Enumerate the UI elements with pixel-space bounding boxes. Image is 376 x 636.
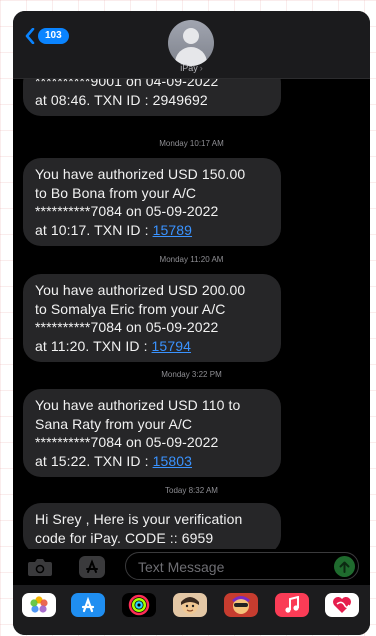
chevron-right-icon: › [199,63,203,73]
message-timestamp: Monday 10:17 AM [159,139,224,148]
message-timestamp: Monday 11:20 AM [159,255,224,264]
txn-id-link[interactable]: 15803 [153,453,192,469]
unread-count-badge: 103 [38,28,69,44]
chevron-left-icon [25,28,35,44]
input-bar: Text Message [13,549,370,583]
message-timestamp: Today 8:32 AM [165,486,218,495]
message-text: You have authorized USD 110 to Sana Raty… [35,397,241,469]
digital-touch-icon[interactable] [325,593,359,617]
message-placeholder: Text Message [138,559,225,575]
message-bubble[interactable]: You have authorized USD 110 to Sana Raty… [23,389,281,477]
contact-name-button[interactable]: iPay › [13,63,370,73]
message-bubble[interactable]: You have authorized USD 150.00 to Bo Bon… [23,158,281,246]
message-text: Hi Srey , Here is your verification code… [35,511,243,546]
back-button[interactable]: 103 [25,28,69,44]
message-text: You have authorized USD 200.00 to Somaly… [35,282,246,354]
txn-id-link[interactable]: 15789 [153,222,192,238]
message-bubble[interactable]: You have authorized USD 200.00 to Somaly… [23,274,281,362]
camera-icon[interactable] [27,557,53,582]
music-icon[interactable] [275,593,309,617]
imessage-app-drawer [13,585,370,635]
activity-icon[interactable] [122,593,156,617]
conversation-header: 103 iPay › [13,11,370,79]
app-store-icon[interactable] [71,593,105,617]
message-text-field[interactable]: Text Message [125,552,359,580]
photos-icon[interactable] [22,593,56,617]
message-text: **********9001 on 04-09-2022 at 08:46. T… [35,79,219,108]
message-bubble[interactable]: Hi Srey , Here is your verification code… [23,503,281,549]
contact-name: iPay [180,63,198,73]
person-icon [183,28,199,44]
message-timestamp: Monday 3:22 PM [161,370,222,379]
arrow-up-icon [339,561,350,573]
memoji-party-icon[interactable] [224,593,258,617]
contact-avatar[interactable] [168,20,214,66]
message-thread[interactable]: **********9001 on 04-09-2022 at 08:46. T… [13,79,370,549]
message-bubble[interactable]: **********9001 on 04-09-2022 at 08:46. T… [23,79,281,116]
app-store-icon[interactable] [79,556,105,583]
phone-screen: 103 iPay › **********9001 on 04-09-2022 a… [13,11,370,635]
memoji-icon[interactable] [173,593,207,617]
txn-id-link[interactable]: 15794 [152,338,191,354]
message-text: You have authorized USD 150.00 to Bo Bon… [35,166,246,238]
send-button[interactable] [334,556,355,577]
